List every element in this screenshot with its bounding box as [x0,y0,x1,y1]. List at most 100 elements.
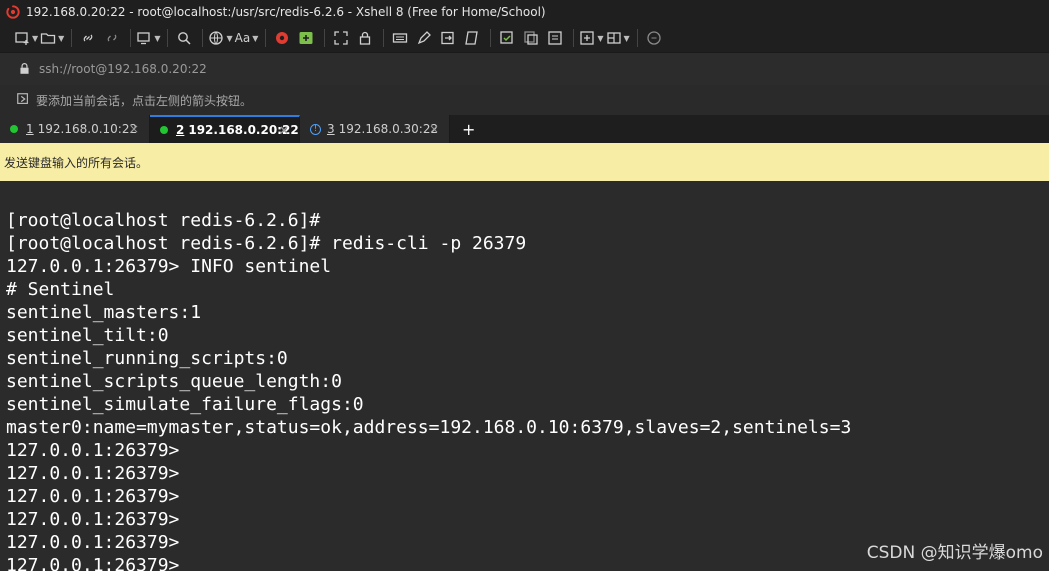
lock-icon [360,31,371,45]
transfer-icon [441,31,454,45]
toolbar-separator [167,29,169,47]
xshell-logo-icon [276,32,289,44]
script-icon [465,31,479,45]
highlight-button[interactable] [413,27,435,49]
tab-close-icon[interactable]: × [429,122,439,136]
font-icon: Aa [234,31,251,45]
xshell-logo-icon [6,5,20,19]
fullscreen-icon [334,31,348,45]
search-icon [178,32,191,45]
toolbar-separator [265,29,267,47]
send-to-all-notice: 发送键盘输入的所有会话。 [0,143,1049,181]
terminal-line: 127.0.0.1:26379> [6,486,180,507]
tab-number: 2 [176,123,185,137]
chat-icon [647,31,661,45]
find-button[interactable] [173,27,195,49]
chevron-down-icon: ▼ [597,33,604,43]
title-bar: 192.168.0.20:22 - root@localhost:/usr/sr… [0,0,1049,24]
keyboard-icon [393,33,408,43]
terminal-line: [root@localhost redis-6.2.6]# [6,210,321,231]
toolbar-separator [383,29,385,47]
toolbar-separator [636,29,638,47]
new-tab-button[interactable]: ▼ [579,27,604,49]
tab-label: 192.168.0.30:22 [338,122,439,136]
xftp-button[interactable] [295,27,317,49]
chevron-down-icon: ▼ [32,33,39,43]
chevron-down-icon: ▼ [252,33,259,43]
terminal-line: 127.0.0.1:26379> [6,440,180,461]
lock-button[interactable] [354,27,376,49]
tab-session-2[interactable]: 2 192.168.0.20:22 × [150,115,300,143]
new-session-button[interactable]: ▼ [14,27,38,49]
terminal-line: # Sentinel [6,279,115,300]
monitor-icon [137,32,150,45]
terminal-line: sentinel_running_scripts:0 [6,348,288,369]
tab-close-icon[interactable]: × [279,123,289,137]
copy-button[interactable] [520,27,542,49]
session-properties-button[interactable]: ▼ [136,27,160,49]
connected-status-icon [10,125,18,133]
toolbar-separator [324,29,326,47]
layout-button[interactable]: ▼ [606,27,630,49]
address-text[interactable]: ssh://root@192.168.0.20:22 [39,62,207,76]
toolbar-separator [71,29,73,47]
disconnect-button[interactable] [101,27,123,49]
tab-number: 1 [26,122,34,136]
toolbar-separator [202,29,204,47]
encoding-button[interactable]: ▼ [208,27,233,49]
compose-icon [500,31,513,44]
watermark: CSDN @知识学爆omo [866,543,1043,563]
log-icon [548,31,562,45]
add-box-icon [580,31,594,45]
tab-number: 3 [327,122,335,136]
toolbar: ▼ ▼ ▼ ▼ Aa ▼ ▼ ▼ [0,24,1049,52]
session-hint-text: 要添加当前会话，点击左侧的箭头按钮。 [36,93,253,108]
address-bar: ssh://root@192.168.0.20:22 [0,52,1049,85]
xftp-icon [299,32,313,44]
connected-status-icon [160,126,168,134]
tab-bar: 1 192.168.0.10:22 × 2 192.168.0.20:22 × … [0,115,1049,143]
session-hint-bar: 要添加当前会话，点击左侧的箭头按钮。 [0,85,1049,115]
log-button[interactable] [544,27,566,49]
chevron-down-icon: ▼ [623,33,630,43]
toolbar-separator [490,29,492,47]
fullscreen-button[interactable] [330,27,352,49]
keyboard-button[interactable] [389,27,411,49]
unlink-icon [107,34,117,42]
chevron-down-icon: ▼ [226,33,233,43]
link-icon [83,34,93,42]
terminal-output[interactable]: [root@localhost redis-6.2.6]# [root@loca… [0,181,1049,571]
terminal-line: 127.0.0.1:26379> [6,463,180,484]
terminal-line: sentinel_scripts_queue_length:0 [6,371,342,392]
tab-close-icon[interactable]: × [129,122,139,136]
open-folder-button[interactable]: ▼ [40,27,64,49]
toolbar-separator [573,29,575,47]
terminal-line: sentinel_simulate_failure_flags:0 [6,394,364,415]
reconnect-button[interactable] [77,27,99,49]
layout-icon [606,32,621,44]
chevron-down-icon: ▼ [154,33,161,43]
info-status-icon: ! [310,123,321,135]
script-button[interactable] [461,27,483,49]
chevron-down-icon: ▼ [58,33,65,43]
add-tab-button[interactable]: + [450,115,475,143]
xshell-button[interactable] [271,27,293,49]
pen-icon [418,31,432,45]
help-button[interactable] [643,27,665,49]
globe-icon [209,31,224,45]
terminal-line: sentinel_tilt:0 [6,325,169,346]
compose-button[interactable] [496,27,518,49]
toolbar-separator [130,29,132,47]
add-session-arrow-icon[interactable] [16,91,30,110]
terminal-line: 127.0.0.1:26379> [6,555,180,571]
tab-session-3[interactable]: ! 3 192.168.0.30:22 × [300,115,450,143]
transfer-button[interactable] [437,27,459,49]
terminal-line: 127.0.0.1:26379> [6,509,180,530]
font-button[interactable]: Aa ▼ [235,27,259,49]
tab-session-1[interactable]: 1 192.168.0.10:22 × [0,115,150,143]
tab-label: 192.168.0.10:22 [37,122,138,136]
terminal-line: 127.0.0.1:26379> INFO sentinel [6,256,332,277]
copy-icon [524,31,538,45]
folder-icon [41,33,56,44]
terminal-line: 127.0.0.1:26379> [6,532,180,553]
